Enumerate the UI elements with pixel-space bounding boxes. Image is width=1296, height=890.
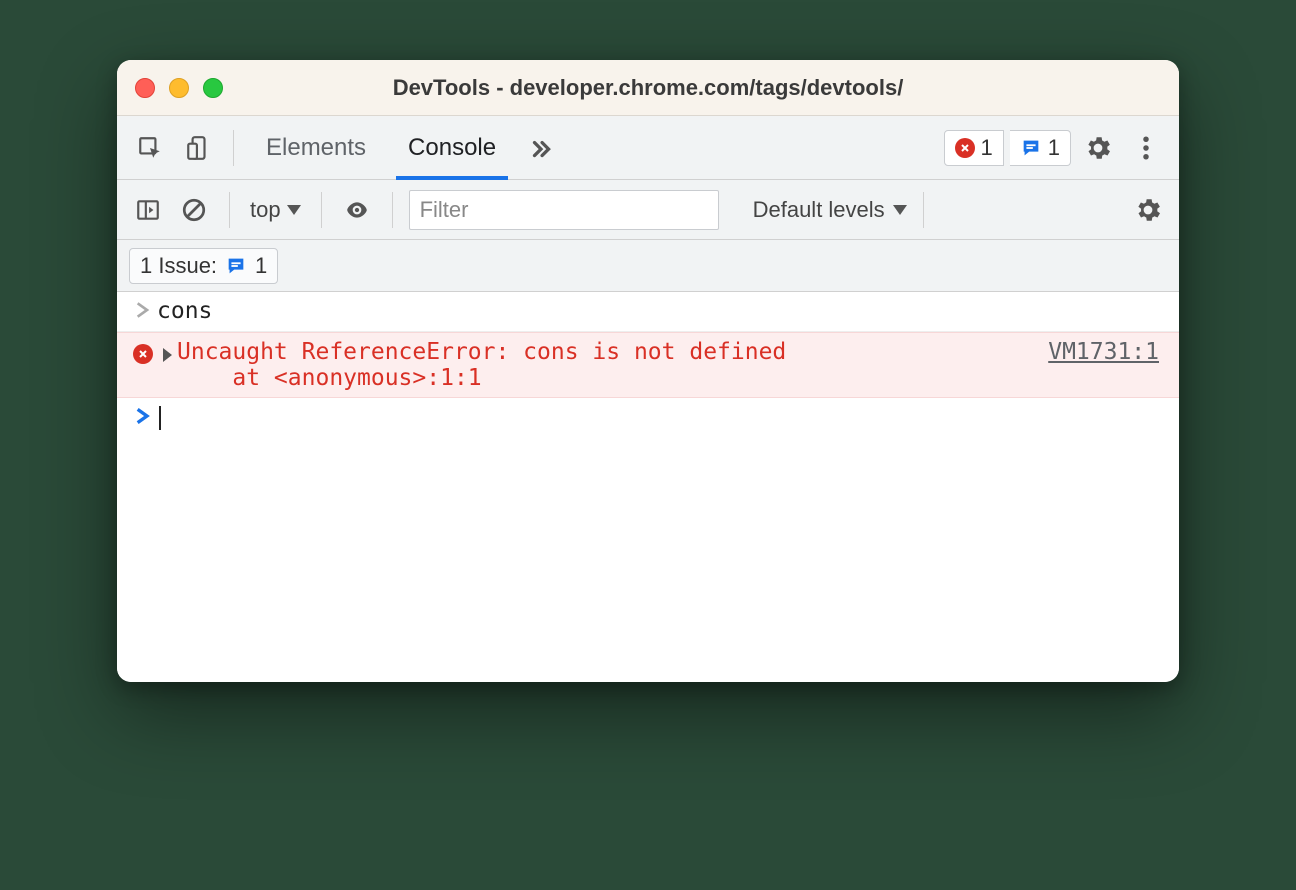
traffic-lights — [135, 78, 223, 98]
divider — [321, 192, 322, 228]
inspect-element-icon[interactable] — [129, 127, 171, 169]
context-label: top — [250, 197, 281, 223]
toggle-sidebar-icon[interactable] — [129, 191, 167, 229]
log-levels-selector[interactable]: Default levels — [753, 197, 907, 223]
titlebar: DevTools - developer.chrome.com/tags/dev… — [117, 60, 1179, 116]
error-row-icon — [129, 339, 157, 364]
tab-console[interactable]: Console — [390, 116, 514, 179]
console-error-row[interactable]: Uncaught ReferenceError: cons is not def… — [117, 332, 1179, 398]
context-selector[interactable]: top — [246, 197, 305, 223]
console-input-row: cons — [117, 292, 1179, 332]
tab-elements[interactable]: Elements — [248, 116, 384, 179]
input-chevron-icon — [129, 298, 157, 318]
console-prompt-row[interactable] — [117, 398, 1179, 438]
zoom-window-button[interactable] — [203, 78, 223, 98]
issues-chip-count: 1 — [255, 253, 267, 279]
live-expression-icon[interactable] — [338, 191, 376, 229]
clear-console-icon[interactable] — [175, 191, 213, 229]
console-prompt-input[interactable] — [157, 404, 1167, 430]
error-count: 1 — [981, 135, 993, 161]
minimize-window-button[interactable] — [169, 78, 189, 98]
filter-input[interactable] — [409, 190, 719, 230]
divider — [392, 192, 393, 228]
levels-label: Default levels — [753, 197, 885, 223]
main-tabbar: Elements Console 1 1 — [117, 116, 1179, 180]
chevron-down-icon — [893, 205, 907, 215]
console-input-text: cons — [157, 298, 1167, 324]
error-message: Uncaught ReferenceError: cons is not def… — [177, 339, 1048, 391]
more-tabs-icon[interactable] — [520, 127, 562, 169]
expand-error-icon[interactable] — [157, 339, 177, 362]
divider — [923, 192, 924, 228]
console-settings-icon[interactable] — [1129, 191, 1167, 229]
message-icon — [225, 255, 247, 277]
issues-count: 1 — [1048, 135, 1060, 161]
text-cursor — [159, 406, 161, 430]
issues-chip[interactable]: 1 Issue: 1 — [129, 248, 278, 284]
error-icon — [955, 138, 975, 158]
console-toolbar: top Default levels — [117, 180, 1179, 240]
console-body: cons Uncaught ReferenceError: cons is no… — [117, 292, 1179, 682]
close-window-button[interactable] — [135, 78, 155, 98]
kebab-menu-icon[interactable] — [1125, 127, 1167, 169]
message-icon — [1020, 137, 1042, 159]
device-toolbar-icon[interactable] — [177, 127, 219, 169]
error-source-link[interactable]: VM1731:1 — [1048, 339, 1167, 365]
devtools-window: DevTools - developer.chrome.com/tags/dev… — [117, 60, 1179, 682]
issues-label: 1 Issue: — [140, 253, 217, 279]
chevron-down-icon — [287, 205, 301, 215]
prompt-chevron-icon — [129, 404, 157, 424]
divider — [229, 192, 230, 228]
settings-icon[interactable] — [1077, 127, 1119, 169]
window-title: DevTools - developer.chrome.com/tags/dev… — [117, 75, 1179, 101]
issues-bar: 1 Issue: 1 — [117, 240, 1179, 292]
issues-count-badge[interactable]: 1 — [1010, 130, 1071, 166]
error-count-badge[interactable]: 1 — [944, 130, 1004, 166]
divider — [233, 130, 234, 166]
